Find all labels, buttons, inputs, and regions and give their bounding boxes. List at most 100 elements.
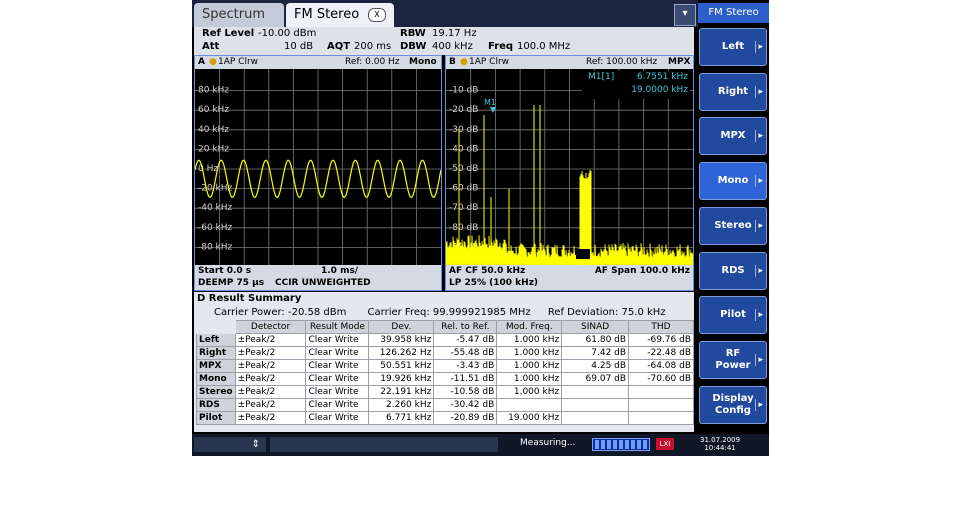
progress-segment <box>631 440 635 449</box>
tab-bar: Spectrum FM Stereo X ▾ <box>192 0 698 27</box>
y-tick-label: -40 kHz <box>198 203 233 213</box>
dbw-label: DBW <box>400 41 427 52</box>
measuring-status: Measuring... <box>520 438 576 448</box>
softkey-display-config[interactable]: Display Config ▸ <box>699 385 767 424</box>
table-cell: -70.60 dB <box>628 372 694 386</box>
pane-a-plot: 80 kHz 60 kHz 40 kHz 20 kHz 0 Hz -20 kHz -40 k… <box>194 69 442 265</box>
pane-a-svg: 80 kHz60 kHz40 kHz20 kHz0 Hz-20 kHz-40 k… <box>194 69 442 265</box>
softkey-label: Mono <box>717 175 749 187</box>
table-cell: -10.58 dB <box>433 385 498 399</box>
carrier-freq: Carrier Freq: 99.999921985 MHz <box>367 307 531 318</box>
input-field[interactable] <box>270 437 498 452</box>
softkey-rf-power[interactable]: RF Power ▸ <box>699 340 767 379</box>
arrow-icon: ▸ <box>755 130 763 143</box>
softkey-right[interactable]: Right ▸ <box>699 72 767 111</box>
arrow-icon: ▸ <box>755 264 763 277</box>
column-header: THD <box>628 320 694 334</box>
table-cell <box>628 411 694 425</box>
date: 31.07.2009 <box>700 436 741 444</box>
softkey-label: Pilot <box>720 309 746 321</box>
table-cell: 4.25 dB <box>561 359 630 373</box>
progress-segment <box>619 440 623 449</box>
tab-fm-stereo[interactable]: FM Stereo X <box>286 3 394 27</box>
column-header: Rel. to Ref. <box>433 320 498 334</box>
table-header-row: Detector Result Mode Dev. Rel. to Ref. Mod. … <box>196 320 694 334</box>
table-cell: 1.000 kHz <box>496 333 563 347</box>
table-cell <box>628 385 694 399</box>
pilot-gap <box>576 249 590 259</box>
progress-segment <box>637 440 641 449</box>
table-row: Mono ±Peak/2 Clear Write 19.926 kHz -11.51 d… <box>196 372 694 386</box>
row-header: RDS <box>196 398 236 412</box>
marker-tag: M1 <box>484 98 496 107</box>
table-cell: -69.76 dB <box>628 333 694 347</box>
table-cell <box>561 398 630 412</box>
table-cell <box>628 398 694 412</box>
tab-spectrum-label: Spectrum <box>202 7 265 22</box>
table-row: Stereo ±Peak/2 Clear Write 22.191 kHz -10.58… <box>196 385 694 399</box>
rbw-label: RBW <box>400 28 426 39</box>
y-tick-label: 80 kHz <box>198 86 229 96</box>
table-cell: Clear Write <box>305 411 370 425</box>
pane-a-demod-view[interactable]: A ● 1AP Clrw Ref: 0.00 Hz Mono 80 kHz 60 … <box>194 55 442 291</box>
rbw-value: 19.17 Hz <box>432 28 477 39</box>
softkey-label: RF Power <box>715 347 751 371</box>
row-header: Mono <box>196 372 236 386</box>
table-cell: Clear Write <box>305 372 370 386</box>
pane-a-trace: 1AP Clrw <box>218 57 259 67</box>
grid: 80 kHz60 kHz40 kHz20 kHz0 Hz-20 kHz-40 k… <box>195 69 441 265</box>
time: 10:44:41 <box>704 444 736 452</box>
softkey-label: RDS <box>721 264 745 276</box>
table-cell <box>561 411 630 425</box>
softkey-pilot[interactable]: Pilot ▸ <box>699 296 767 335</box>
pane-a-start: Start 0.0 s <box>198 266 252 276</box>
marker-level: 6.7551 kHz <box>636 72 688 82</box>
pane-a-weighting: CCIR UNWEIGHTED <box>275 278 371 288</box>
pane-b-af-cf: AF CF 50.0 kHz <box>449 266 526 276</box>
table-cell: -5.47 dB <box>433 333 498 347</box>
table-cell: 2.260 kHz <box>368 398 435 412</box>
column-header: SINAD <box>561 320 630 334</box>
summary-title: D Result Summary <box>197 293 302 304</box>
aqt-label: AQT <box>327 41 351 52</box>
softkey-mono[interactable]: Mono ▸ <box>699 162 767 201</box>
table-cell: ±Peak/2 <box>234 398 307 412</box>
pane-b-footer: AF CF 50.0 kHz AF Span 100.0 kHz LP 25% … <box>446 265 693 290</box>
softkey-left[interactable]: Left ▸ <box>699 28 767 66</box>
pane-a-mode: Mono <box>409 57 437 67</box>
freq-label: Freq <box>488 41 514 52</box>
pane-b-mpx-spectrum[interactable]: B ● 1AP Clrw Ref: 100.00 kHz MPX -10 dB -… <box>445 55 694 291</box>
softkey-rds[interactable]: RDS ▸ <box>699 251 767 290</box>
table-body: Left ±Peak/2 Clear Write 39.958 kHz -5.47 dB… <box>196 333 694 425</box>
arrow-icon: ▸ <box>755 85 763 98</box>
table-cell: ±Peak/2 <box>234 372 307 386</box>
settings-bar: Ref Level -10.00 dBm Att 10 dB AQT 200 m… <box>194 27 694 55</box>
menu-icon[interactable]: ▾ <box>674 4 696 26</box>
tab-spectrum[interactable]: Spectrum <box>194 3 284 27</box>
y-tick-label: 40 kHz <box>198 125 229 135</box>
lxi-flag-icon: LXI <box>656 438 674 450</box>
softkey-stereo[interactable]: Stereo ▸ <box>699 206 767 245</box>
table-cell: 6.771 kHz <box>368 411 435 425</box>
row-header: MPX <box>196 359 236 373</box>
progress-segment <box>625 440 629 449</box>
freq-value: 100.0 MHz <box>517 41 571 52</box>
table-cell: ±Peak/2 <box>234 385 307 399</box>
table-cell: ±Peak/2 <box>234 346 307 360</box>
table-cell: -20.89 dB <box>433 411 498 425</box>
analyzer-screen: Spectrum FM Stereo X ▾ Ref Level -10.00 … <box>192 0 769 456</box>
softkey-mpx[interactable]: MPX ▸ <box>699 117 767 156</box>
spin-control[interactable]: ⇕ <box>194 437 266 452</box>
ref-deviation: Ref Deviation: 75.0 kHz <box>547 307 666 318</box>
table-cell: Clear Write <box>305 346 370 360</box>
close-icon[interactable]: X <box>368 8 386 22</box>
progress-segment <box>607 440 611 449</box>
arrow-icon: ▸ <box>755 398 763 411</box>
table-cell: 1.000 kHz <box>496 346 563 360</box>
trace-dot-icon: ● <box>460 57 468 67</box>
pane-b-letter: B <box>449 57 456 67</box>
arrow-icon: ▸ <box>755 41 763 53</box>
y-tick-label: -80 kHz <box>198 242 233 252</box>
y-tick-label: -40 dB <box>449 144 478 154</box>
tab-fm-stereo-label: FM Stereo <box>294 7 360 22</box>
